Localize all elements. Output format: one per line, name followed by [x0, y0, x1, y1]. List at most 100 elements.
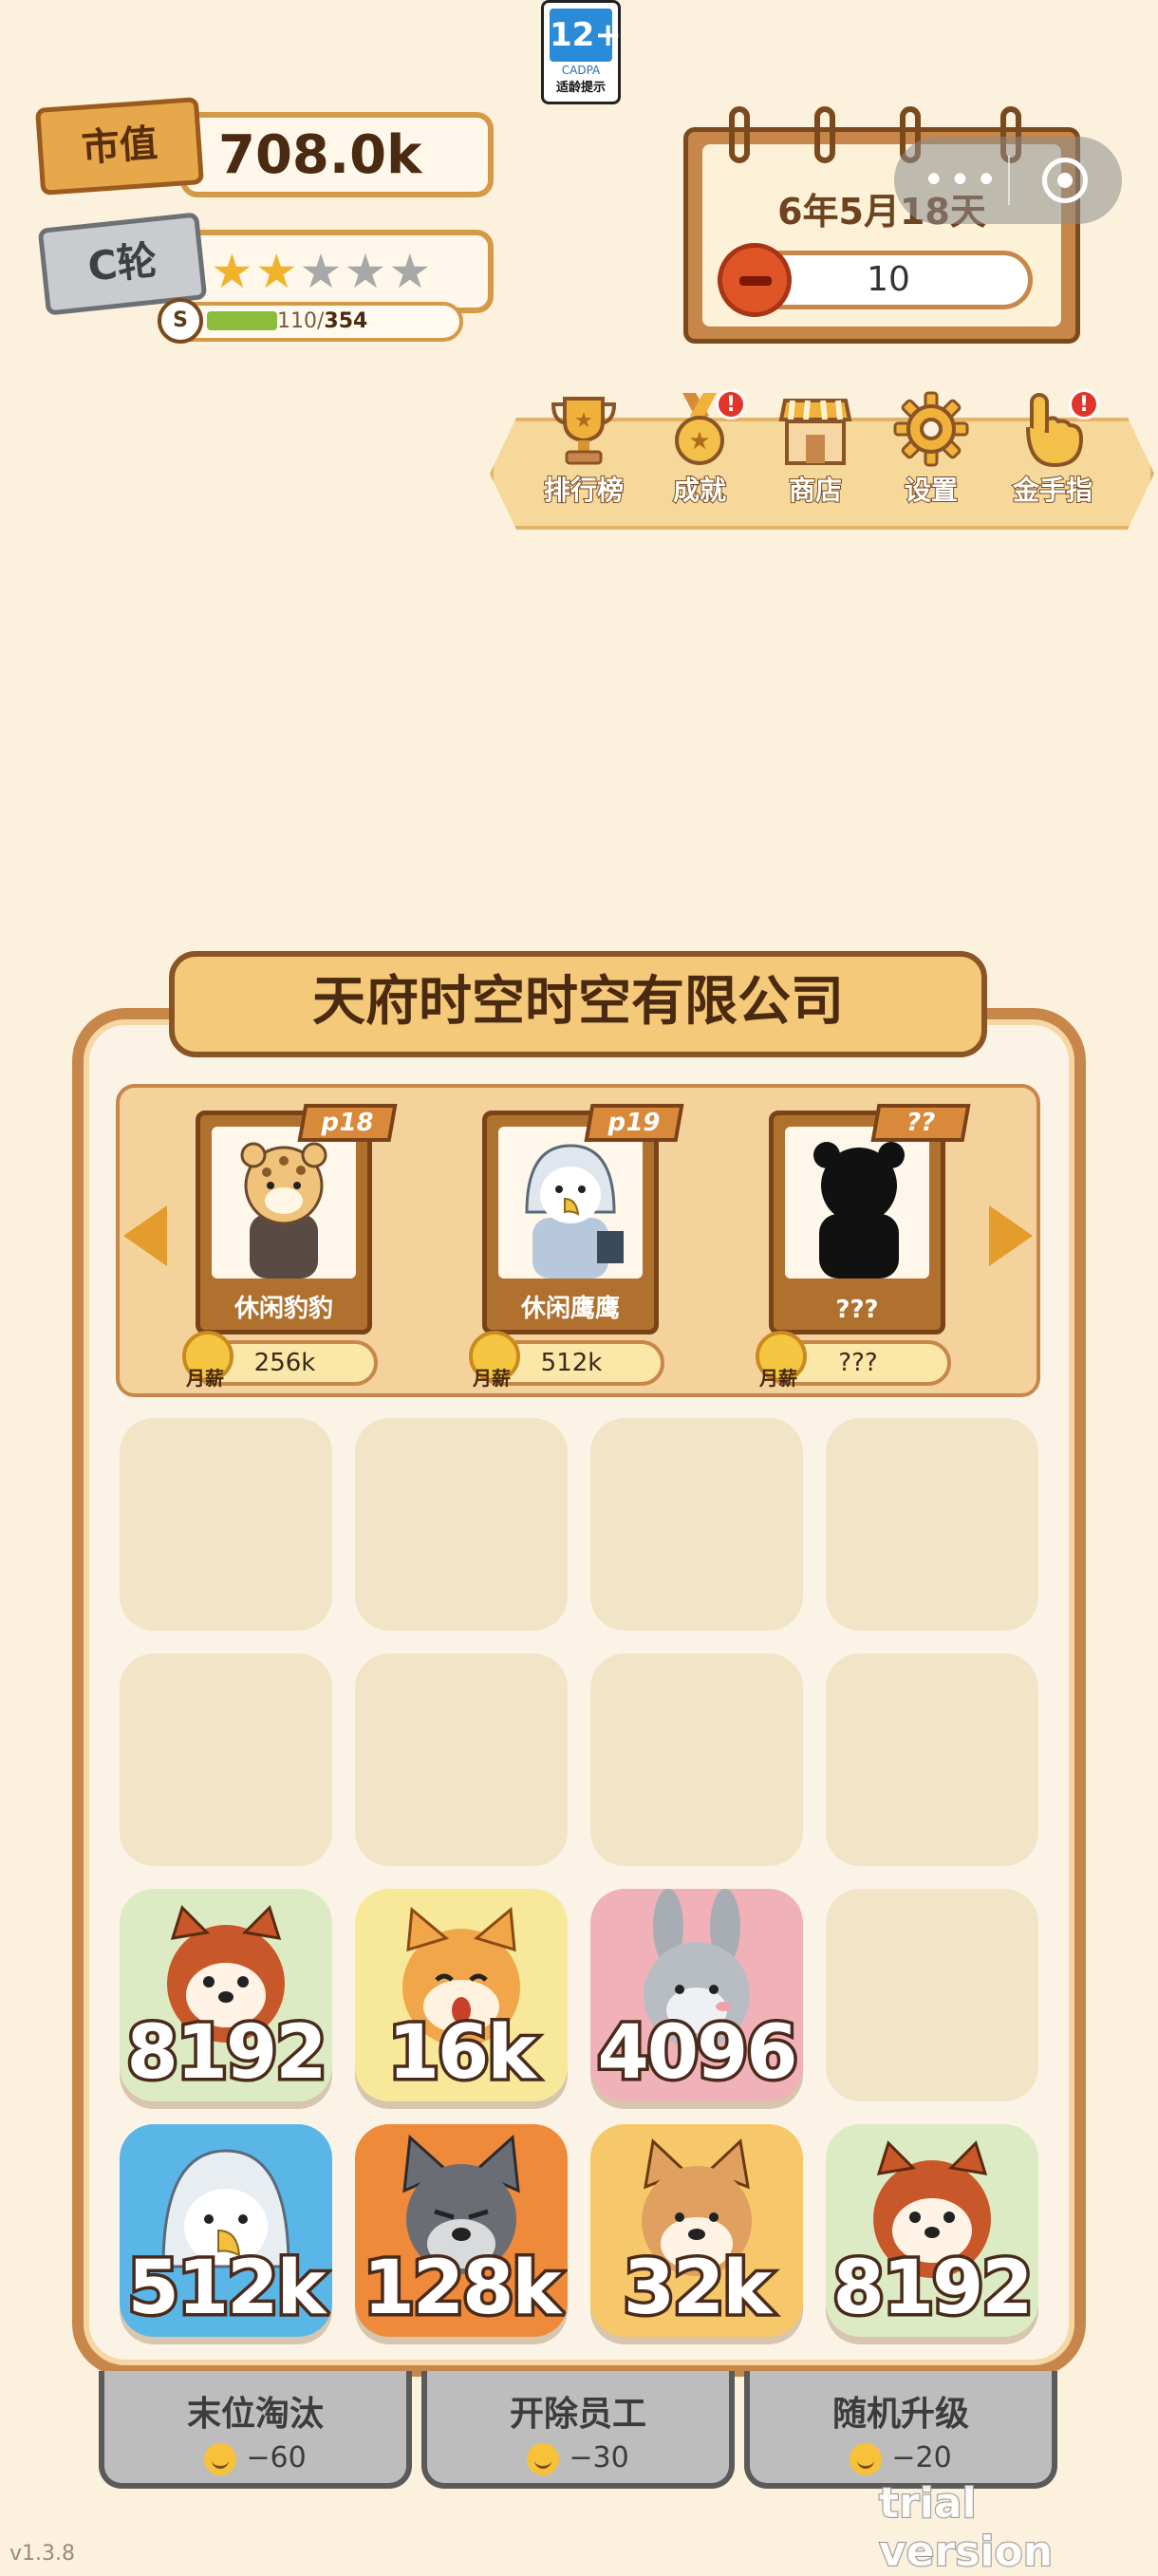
- star-empty-icon: ★: [344, 244, 389, 299]
- age-rating-tip: 适龄提示: [555, 81, 606, 95]
- employee-level-tag: p18: [297, 1104, 398, 1142]
- alert-badge: !: [1069, 389, 1099, 420]
- version-label: v1.3.8: [9, 2542, 75, 2566]
- menu-item-cheat[interactable]: ! 金手指: [997, 389, 1109, 522]
- menu-label: 设置: [904, 474, 959, 507]
- grid-tile[interactable]: 128k: [355, 2124, 568, 2337]
- grid-cell-empty[interactable]: [826, 1889, 1038, 2101]
- grid-cell-empty[interactable]: [120, 1653, 332, 1866]
- action-cost: −30: [427, 2441, 729, 2475]
- action-label: 开除员工: [509, 2395, 646, 2434]
- roster-prev-arrow-icon[interactable]: [123, 1205, 167, 1266]
- calendar-ring-icon: [729, 106, 750, 163]
- calendar-ring-icon: [814, 106, 835, 163]
- menu-item-settings[interactable]: 设置: [875, 389, 987, 522]
- alert-badge: !: [716, 389, 746, 420]
- menu-label: 商店: [788, 474, 843, 507]
- progress-max: 354: [324, 309, 368, 333]
- grid-tile[interactable]: 4096: [590, 1889, 803, 2101]
- employee-card[interactable]: 休闲鹰鹰 p19: [482, 1104, 684, 1335]
- eliminate-last-button[interactable]: 末位淘汰 −60: [99, 2371, 412, 2489]
- action-cost: −60: [104, 2441, 406, 2475]
- action-label: 末位淘汰: [186, 2395, 324, 2434]
- capsule-divider: [1008, 156, 1010, 205]
- locked-silhouette-icon: [813, 1142, 905, 1279]
- shop-icon: [778, 399, 852, 465]
- employee-level-tag: p19: [584, 1104, 684, 1142]
- grid-cell-empty[interactable]: [355, 1418, 568, 1631]
- smile-icon: [527, 2442, 560, 2475]
- salary-label: 月薪: [186, 1367, 224, 1390]
- trial-watermark: trial version: [878, 2478, 1054, 2576]
- grid-cell-empty[interactable]: [590, 1653, 803, 1866]
- menu-label: 成就: [672, 474, 727, 507]
- svg-text:★: ★: [688, 427, 710, 456]
- grid-tile[interactable]: 8192: [120, 1889, 332, 2101]
- round-progress-text: 110/354: [277, 306, 367, 338]
- employee-name: 休闲鹰鹰: [520, 1295, 620, 1323]
- menu-label: 排行榜: [543, 474, 625, 507]
- grid-cell-empty[interactable]: [826, 1653, 1038, 1866]
- employee-name: ???: [835, 1296, 879, 1324]
- action-label: 随机升级: [831, 2395, 969, 2434]
- roster-next-arrow-icon[interactable]: [989, 1205, 1033, 1266]
- salary-label: 月薪: [473, 1367, 511, 1390]
- employee-portrait: [212, 1127, 356, 1279]
- star-icon: ★: [211, 244, 255, 299]
- menu-item-shop[interactable]: 商店: [759, 389, 871, 522]
- employee-portrait: [498, 1127, 643, 1279]
- more-dots-icon[interactable]: •••: [923, 161, 1001, 199]
- round-stars: ★★★★★: [211, 243, 433, 300]
- trophy-icon: ★: [551, 397, 617, 465]
- age-rating: 12+: [550, 9, 622, 62]
- employee-card[interactable]: 休闲豹豹 p18: [196, 1104, 398, 1335]
- action-cost-value: −20: [891, 2441, 952, 2474]
- employee-portrait: [785, 1127, 929, 1279]
- tile-value: 32k: [620, 2243, 775, 2335]
- grid-cell-empty[interactable]: [826, 1418, 1038, 1631]
- employee-level-tag: ??: [870, 1104, 971, 1142]
- age-rating-org: CADPA: [561, 64, 601, 77]
- tile-value: 128k: [360, 2243, 565, 2335]
- menu-item-leaderboard[interactable]: ★ 排行榜: [528, 389, 640, 522]
- employee-card-locked[interactable]: ??? ??: [769, 1104, 971, 1335]
- menu-item-achievements[interactable]: ★ ! 成就: [644, 389, 756, 522]
- company-name: 天府时空时空有限公司: [169, 951, 987, 1057]
- smile-icon: [850, 2442, 883, 2475]
- smile-icon: [204, 2442, 237, 2475]
- employee-name: 休闲豹豹: [233, 1295, 333, 1323]
- tile-value: 8192: [123, 2007, 330, 2100]
- grid-tile[interactable]: 512k: [120, 2124, 332, 2337]
- star-empty-icon: ★: [388, 244, 434, 299]
- close-target-icon[interactable]: [1042, 158, 1088, 203]
- age-rating-badge: 12+ CADPA 适龄提示: [541, 0, 622, 104]
- grid-tile[interactable]: 16k: [355, 1889, 568, 2101]
- leopard-avatar-icon: [240, 1142, 327, 1279]
- market-value-label: 市值: [35, 97, 204, 196]
- action-cost: −20: [750, 2441, 1052, 2475]
- grid-tile[interactable]: 32k: [590, 2124, 803, 2337]
- gear-icon: [893, 391, 969, 467]
- tile-value: 4096: [594, 2007, 801, 2100]
- tile-value: 16k: [384, 2007, 539, 2100]
- action-cost-value: −30: [569, 2441, 629, 2474]
- grid-cell-empty[interactable]: [590, 1418, 803, 1631]
- star-empty-icon: ★: [299, 244, 345, 299]
- eagle-avatar-icon: [525, 1144, 624, 1279]
- angry-face-icon: [718, 243, 792, 317]
- tile-value: 8192: [830, 2243, 1037, 2335]
- svg-text:★: ★: [574, 409, 593, 433]
- progress-current: 110/: [277, 309, 325, 333]
- action-cost-value: −60: [246, 2441, 307, 2474]
- grid-tile[interactable]: 8192: [826, 2124, 1038, 2337]
- menu-label: 金手指: [1012, 474, 1093, 507]
- grid-cell-empty[interactable]: [355, 1653, 568, 1866]
- market-value: 708.0k: [218, 124, 422, 186]
- tile-value: 512k: [124, 2243, 329, 2335]
- random-upgrade-button[interactable]: 随机升级 −20: [744, 2371, 1057, 2489]
- progress-badge: S: [158, 298, 203, 344]
- fire-employee-button[interactable]: 开除员工 −30: [421, 2371, 735, 2489]
- star-icon: ★: [254, 244, 300, 299]
- grid-cell-empty[interactable]: [120, 1418, 332, 1631]
- salary-label: 月薪: [759, 1367, 797, 1390]
